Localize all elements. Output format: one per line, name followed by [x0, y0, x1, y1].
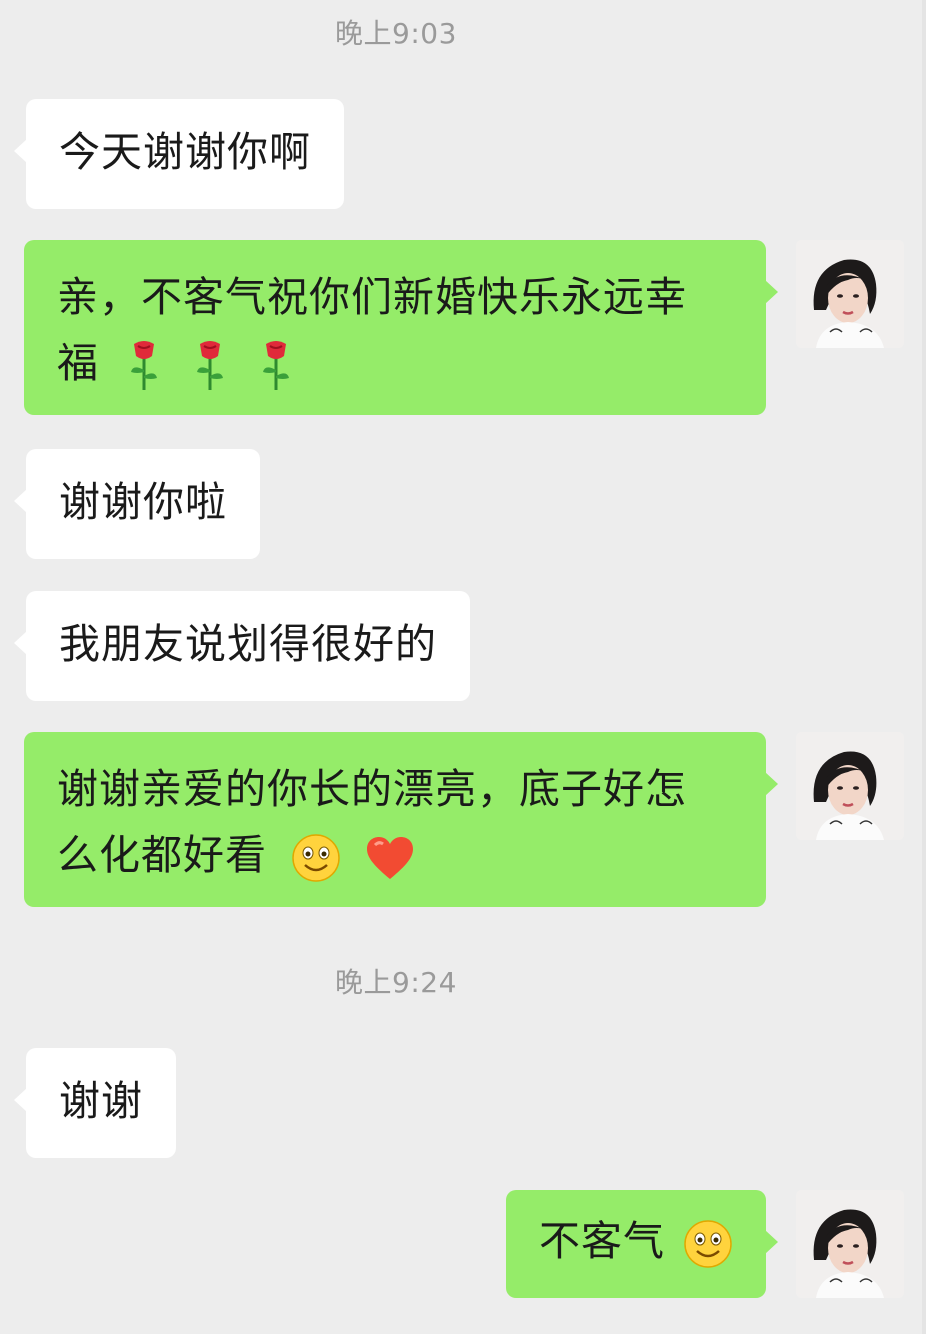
received-message-bubble[interactable]: 谢谢 — [14, 1048, 176, 1158]
smile-icon — [291, 833, 341, 883]
sent-message-bubble[interactable]: 亲，不客气祝你们新婚快乐永远幸 福 — [24, 240, 778, 415]
scroll-edge — [922, 0, 926, 1334]
smile-icon — [683, 1219, 733, 1269]
message-text: 不客气 — [539, 1217, 665, 1265]
received-message-bubble[interactable]: 我朋友说划得很好的 — [14, 591, 470, 701]
message-text-line: 亲，不客气祝你们新婚快乐永远幸 — [57, 273, 687, 321]
message-text: 谢谢你啦 — [59, 478, 227, 526]
heart-icon — [365, 835, 415, 881]
received-message-bubble[interactable]: 今天谢谢你啊 — [14, 99, 344, 209]
rose-icon — [189, 340, 231, 392]
message-text-line: 么化都好看 — [57, 831, 267, 879]
message-text: 今天谢谢你啊 — [59, 128, 311, 176]
rose-icon — [255, 340, 297, 392]
timestamp: 晚上9:24 — [335, 966, 457, 999]
message-text: 谢谢 — [59, 1077, 143, 1125]
message-text: 我朋友说划得很好的 — [59, 620, 437, 668]
avatar[interactable] — [796, 732, 904, 840]
message-text-line: 福 — [57, 339, 99, 387]
sent-message-bubble[interactable]: 不客气 — [506, 1190, 778, 1298]
avatar[interactable] — [796, 240, 904, 348]
timestamp: 晚上9:03 — [335, 17, 457, 50]
rose-icon — [123, 340, 165, 392]
sent-message-bubble[interactable]: 谢谢亲爱的你长的漂亮，底子好怎 么化都好看 — [24, 732, 778, 907]
received-message-bubble[interactable]: 谢谢你啦 — [14, 449, 260, 559]
avatar[interactable] — [796, 1190, 904, 1298]
message-text-line: 谢谢亲爱的你长的漂亮，底子好怎 — [57, 765, 687, 813]
